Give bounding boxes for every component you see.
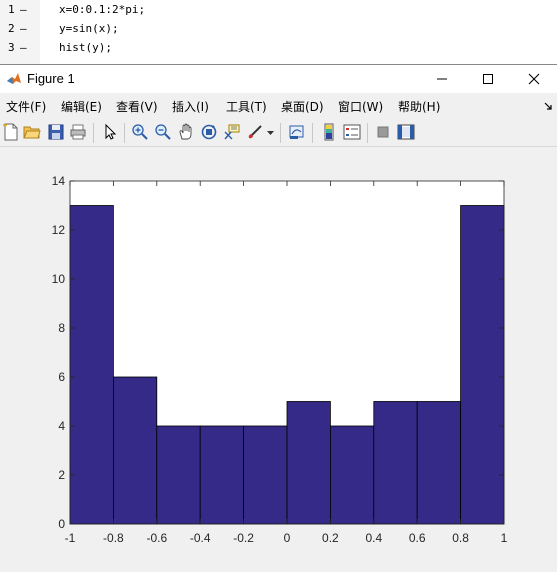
minimize-button[interactable]	[419, 65, 465, 93]
save-icon[interactable]	[47, 123, 65, 141]
x-tick-label: -0.6	[146, 531, 167, 545]
code-text[interactable]: y=sin(x);	[59, 22, 119, 35]
menu-bar: 文件(F) 编辑(E) 查看(V) 插入(I) 工具(T) 桌面(D) 窗口(W…	[0, 93, 557, 117]
new-figure-icon[interactable]	[2, 123, 20, 141]
y-tick-label: 8	[58, 321, 65, 335]
pan-icon[interactable]	[177, 123, 195, 141]
dock-arrow-icon[interactable]	[544, 102, 553, 111]
menu-help[interactable]: 帮助(H)	[398, 98, 440, 115]
x-tick-label: -0.4	[190, 531, 211, 545]
toolbar-separator	[93, 123, 94, 143]
hide-plot-tools-icon[interactable]	[374, 123, 392, 141]
y-tick-label: 2	[58, 468, 65, 482]
histogram-chart[interactable]: -1 -0.8 -0.6 -0.4 -0.2 0 0.2 0.4 0.6 0.8 102468101…	[0, 147, 557, 568]
x-tick-label: -0.8	[103, 531, 124, 545]
toolbar-separator	[312, 123, 313, 143]
y-tick-label: 6	[58, 370, 65, 384]
legend-icon[interactable]	[343, 123, 361, 141]
histogram-bar	[286, 401, 331, 525]
title-bar[interactable]: Figure 1	[0, 65, 557, 93]
menu-tools[interactable]: 工具(T)	[226, 98, 267, 115]
histogram-bar	[156, 425, 201, 525]
code-line[interactable]: 2 – y=sin(x);	[0, 19, 557, 39]
menu-view[interactable]: 查看(V)	[116, 98, 158, 115]
print-icon[interactable]	[69, 123, 87, 141]
histogram-bar	[329, 425, 375, 525]
code-editor[interactable]: 1 – x=0:0.1:2*pi; 2 – y=sin(x); 3 – hist…	[0, 0, 557, 64]
matlab-logo-icon	[7, 73, 21, 84]
y-tick-label: 4	[58, 419, 65, 433]
code-text[interactable]: hist(y);	[59, 41, 112, 54]
figure-window: Figure 1 文件(F) 编辑(E) 查看(V) 插入(I) 工具(T) 桌…	[0, 64, 557, 568]
breakpoint-marker[interactable]: –	[20, 3, 27, 16]
breakpoint-marker[interactable]: –	[20, 41, 27, 54]
code-text[interactable]: x=0:0.1:2*pi;	[59, 3, 145, 16]
histogram-bar	[199, 425, 244, 525]
zoom-out-icon[interactable]	[154, 123, 172, 141]
x-tick-label: 0	[284, 531, 291, 545]
x-tick-label: -0.2	[233, 531, 254, 545]
menu-window[interactable]: 窗口(W)	[338, 98, 383, 115]
x-tick-label: 1	[501, 531, 508, 545]
maximize-button[interactable]	[465, 65, 511, 93]
minimize-icon	[437, 78, 447, 80]
data-cursor-icon[interactable]	[223, 123, 241, 141]
x-tick-label: 0.2	[322, 531, 339, 545]
open-file-icon[interactable]	[23, 123, 41, 141]
brush-icon[interactable]	[246, 123, 264, 141]
y-tick-label: 10	[52, 272, 66, 286]
x-tick-label: -1	[65, 531, 76, 545]
menu-insert[interactable]: 插入(I)	[172, 98, 209, 115]
histogram-bar	[113, 376, 158, 525]
toolbar-separator	[367, 123, 368, 143]
figure-toolbar	[0, 120, 557, 147]
menu-edit[interactable]: 编辑(E)	[61, 98, 102, 115]
code-line[interactable]: 1 – x=0:0.1:2*pi;	[0, 0, 557, 20]
histogram-bar	[416, 401, 462, 525]
histogram-bar	[460, 205, 505, 525]
zoom-in-icon[interactable]	[131, 123, 149, 141]
x-tick-label: 0.8	[452, 531, 469, 545]
histogram-bar	[373, 401, 418, 525]
window-title: Figure 1	[27, 71, 75, 86]
histogram-bar	[69, 205, 114, 525]
breakpoint-marker[interactable]: –	[20, 22, 27, 35]
rotate-3d-icon[interactable]	[200, 123, 218, 141]
menu-file[interactable]: 文件(F)	[6, 98, 46, 115]
brush-dropdown-icon[interactable]	[267, 131, 274, 136]
code-line[interactable]: 3 – hist(y);	[0, 38, 557, 58]
colorbar-icon[interactable]	[320, 123, 338, 141]
maximize-icon	[483, 74, 493, 84]
close-button[interactable]	[511, 65, 557, 93]
y-tick-label: 12	[52, 223, 66, 237]
pointer-icon[interactable]	[101, 123, 119, 141]
x-tick-label: 0.4	[365, 531, 382, 545]
toolbar-separator	[280, 123, 281, 143]
link-plot-icon[interactable]	[288, 123, 306, 141]
x-tick-label: 0.6	[409, 531, 426, 545]
y-tick-label: 0	[58, 517, 65, 531]
close-icon	[528, 73, 540, 85]
y-tick-label: 14	[52, 174, 66, 188]
show-plot-tools-icon[interactable]	[397, 123, 415, 141]
histogram-bar	[243, 425, 288, 525]
menu-desktop[interactable]: 桌面(D)	[281, 98, 324, 115]
toolbar-separator	[124, 123, 125, 143]
plot-area: -1 -0.8 -0.6 -0.4 -0.2 0 0.2 0.4 0.6 0.8 1 0 2 4 6 8 10 1…	[0, 147, 557, 568]
